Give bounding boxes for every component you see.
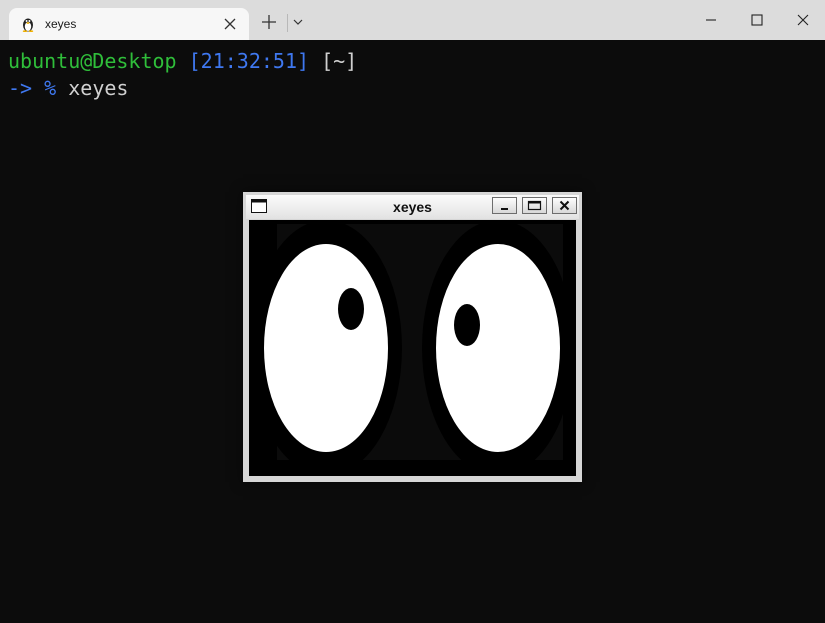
prompt-line: ubuntu@Desktop [21:32:51] [~] bbox=[8, 48, 357, 74]
tab-separator bbox=[287, 14, 288, 32]
xeyes-title-bar[interactable]: xeyes bbox=[246, 195, 579, 219]
prompt-user-host: ubuntu@Desktop bbox=[8, 49, 177, 73]
new-tab-plus-icon[interactable] bbox=[259, 12, 279, 32]
command-text: xeyes bbox=[68, 76, 129, 100]
xeyes-close-button[interactable] bbox=[552, 197, 577, 214]
xeyes-canvas[interactable] bbox=[249, 220, 576, 476]
minimize-icon[interactable] bbox=[701, 10, 721, 30]
prompt-time: [21:32:51] bbox=[188, 49, 310, 73]
prompt-arrow: -> bbox=[8, 76, 33, 100]
tab-close-icon[interactable] bbox=[223, 17, 237, 31]
close-icon bbox=[559, 200, 570, 211]
left-eye-white bbox=[264, 244, 388, 452]
command-line: -> % xeyes bbox=[8, 75, 128, 101]
tab-xeyes[interactable]: xeyes bbox=[9, 8, 249, 40]
close-icon[interactable] bbox=[793, 10, 813, 30]
maximize-icon bbox=[527, 200, 542, 211]
minimize-icon bbox=[501, 208, 508, 210]
xeyes-maximize-button[interactable] bbox=[522, 197, 547, 214]
xeyes-window[interactable]: xeyes bbox=[243, 192, 582, 482]
tab-title: xeyes bbox=[45, 17, 77, 31]
eyes-graphic bbox=[250, 220, 574, 476]
prompt-symbol: % bbox=[44, 76, 57, 100]
linux-penguin-icon bbox=[22, 18, 34, 32]
chevron-down-icon[interactable] bbox=[292, 16, 304, 28]
xeyes-minimize-button[interactable] bbox=[492, 197, 517, 214]
right-pupil bbox=[454, 304, 480, 346]
maximize-icon[interactable] bbox=[747, 10, 767, 30]
terminal-title-bar: xeyes bbox=[0, 0, 825, 40]
prompt-dir: [~] bbox=[321, 49, 358, 73]
left-pupil bbox=[338, 288, 364, 330]
right-eye-white bbox=[436, 244, 560, 452]
